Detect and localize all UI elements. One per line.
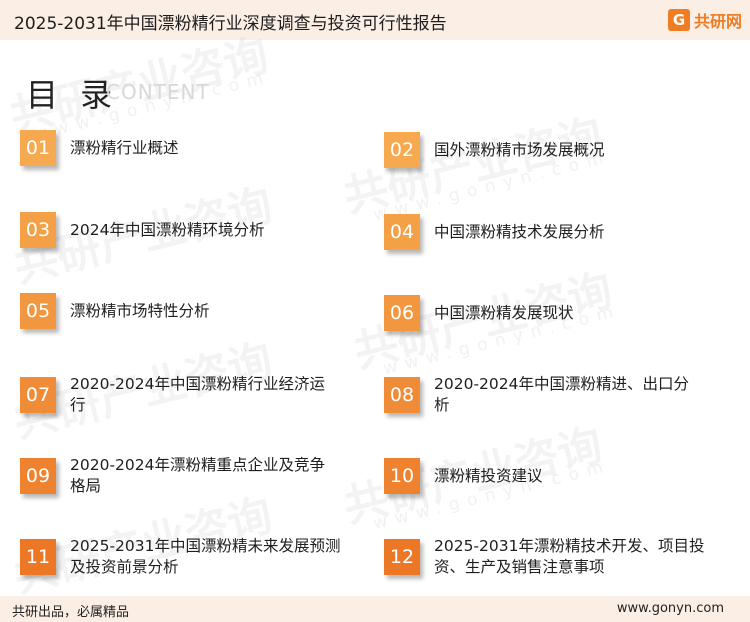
item-label: 中国漂粉精技术发展分析 <box>434 222 605 241</box>
toc-item[interactable]: 03 2024年中国漂粉精环境分析 <box>20 212 350 248</box>
toc-title: 目 录 <box>26 76 119 114</box>
item-label: 2020-2024年中国漂粉精行业经济运行 <box>70 375 325 414</box>
item-label: 中国漂粉精发展现状 <box>434 303 574 322</box>
toc-item[interactable]: 06 中国漂粉精发展现状 <box>384 295 724 331</box>
item-number: 12 <box>384 539 420 575</box>
toc-item[interactable]: 04 中国漂粉精技术发展分析 <box>384 214 724 250</box>
toc-subtitle: CONTENT <box>106 80 210 104</box>
item-number: 01 <box>20 130 56 166</box>
toc-item[interactable]: 09 2020-2024年漂粉精重点企业及竞争格局 <box>20 455 340 497</box>
item-label: 国外漂粉精市场发展概况 <box>434 140 605 159</box>
item-label: 2025-2031年中国漂粉精未来发展预测及投资前景分析 <box>70 537 341 576</box>
item-number: 05 <box>20 293 56 329</box>
toc-item[interactable]: 05 漂粉精市场特性分析 <box>20 293 350 329</box>
item-number: 08 <box>384 377 420 413</box>
item-number: 03 <box>20 212 56 248</box>
toc-item[interactable]: 08 2020-2024年中国漂粉精进、出口分析 <box>384 374 704 416</box>
toc-item[interactable]: 12 2025-2031年漂粉精技术开发、项目投资、生产及销售注意事项 <box>384 536 724 578</box>
item-label: 2025-2031年漂粉精技术开发、项目投资、生产及销售注意事项 <box>434 537 705 576</box>
toc-item[interactable]: 11 2025-2031年中国漂粉精未来发展预测及投资前景分析 <box>20 536 345 578</box>
item-number: 09 <box>20 458 56 494</box>
logo-text: 共研网 <box>693 12 742 31</box>
logo-mark-icon: G <box>667 9 690 31</box>
item-label: 漂粉精投资建议 <box>434 466 543 485</box>
footer-bar: 共研出品，必属精品 www.gonyn.com <box>0 596 750 622</box>
item-label: 2020-2024年中国漂粉精进、出口分析 <box>434 375 689 414</box>
item-number: 02 <box>384 132 420 168</box>
item-number: 04 <box>384 214 420 250</box>
brand-logo: G 共研网 <box>667 8 742 32</box>
toc-item[interactable]: 07 2020-2024年中国漂粉精行业经济运行 <box>20 374 340 416</box>
item-label: 2020-2024年漂粉精重点企业及竞争格局 <box>70 456 325 495</box>
toc-item[interactable]: 01 漂粉精行业概述 <box>20 130 350 166</box>
item-label: 漂粉精行业概述 <box>70 138 179 157</box>
footer-url[interactable]: www.gonyn.com <box>617 601 724 616</box>
report-title: 2025-2031年中国漂粉精行业深度调查与投资可行性报告 <box>14 14 447 34</box>
item-number: 10 <box>384 458 420 494</box>
item-number: 07 <box>20 377 56 413</box>
item-label: 2024年中国漂粉精环境分析 <box>70 220 265 239</box>
item-label: 漂粉精市场特性分析 <box>70 301 210 320</box>
item-number: 06 <box>384 295 420 331</box>
header-bar: 2025-2031年中国漂粉精行业深度调查与投资可行性报告 G 共研网 <box>0 0 750 40</box>
toc-item[interactable]: 02 国外漂粉精市场发展概况 <box>384 132 724 168</box>
footer-slogan: 共研出品，必属精品 <box>12 605 130 620</box>
item-number: 11 <box>20 539 56 575</box>
toc-item[interactable]: 10 漂粉精投资建议 <box>384 458 724 494</box>
